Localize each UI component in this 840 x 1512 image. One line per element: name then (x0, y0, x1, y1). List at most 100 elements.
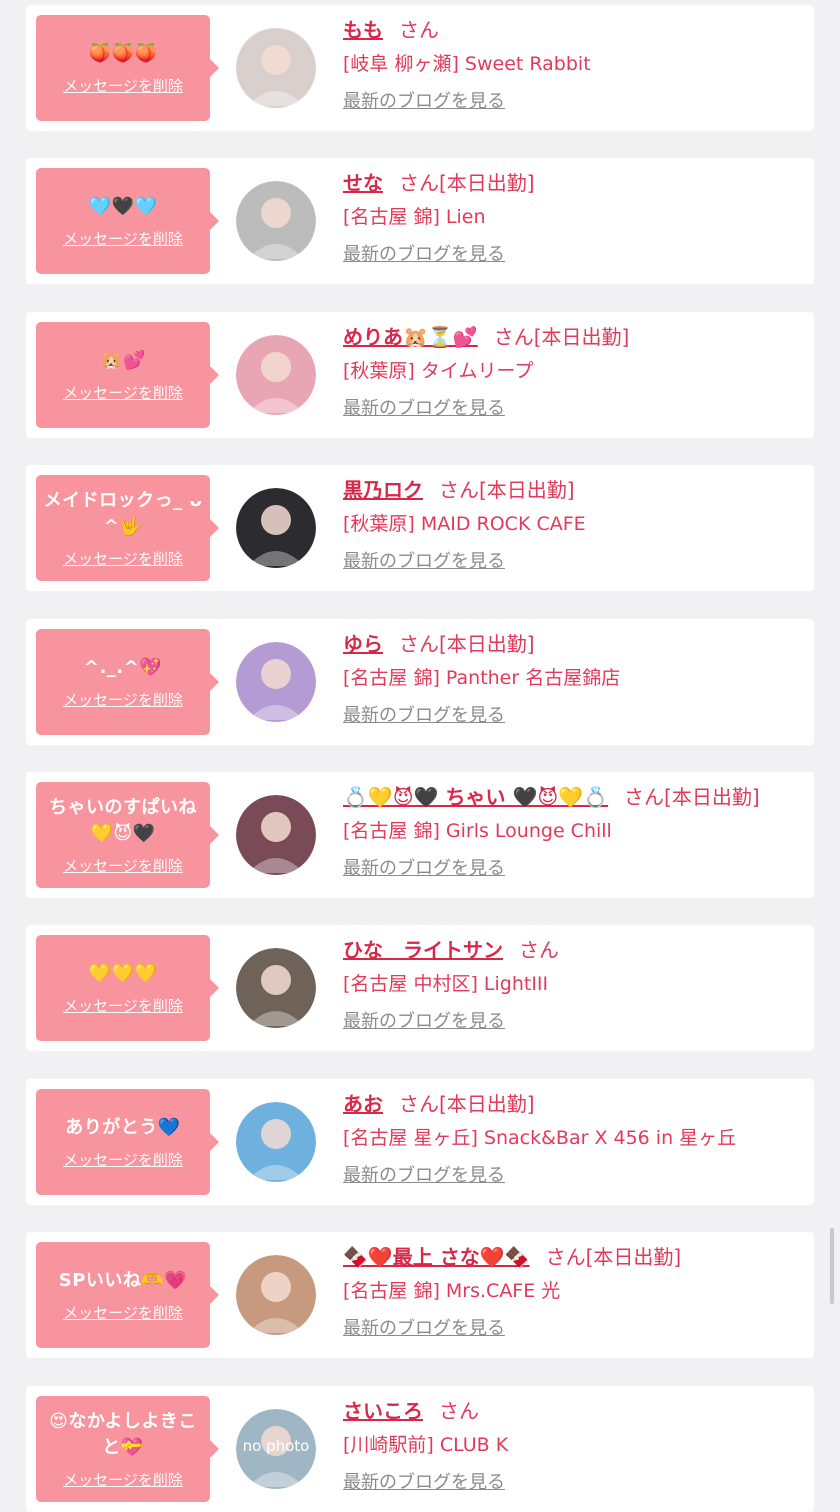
message-card: 🩵🖤🩵 メッセージを削除 せな さん[本日出勤] [名古屋 錦] Lien 最新の… (26, 158, 814, 284)
cast-info: もも さん [岐阜 柳ヶ瀬] Sweet Rabbit 最新のブログを見る (343, 15, 804, 116)
avatar[interactable] (236, 642, 316, 722)
avatar[interactable] (236, 795, 316, 875)
delete-message-link[interactable]: メッセージを削除 (63, 995, 183, 1016)
message-card: ^._.^💖 メッセージを削除 ゆら さん[本日出勤] [名古屋 錦] Panth… (26, 619, 814, 745)
attendance-status: [本日出勤] (439, 1092, 535, 1116)
cast-name-link[interactable]: 💍💛😈🖤 ちゃい 🖤😈💛💍 (343, 785, 608, 809)
message-card: SPいいね🫶💗 メッセージを削除 🍫❤️最上 さな❤️🍫 さん[本日出勤] [名古… (26, 1232, 814, 1358)
latest-blog-link[interactable]: 最新のブログを見る (343, 88, 505, 116)
shop-name: [名古屋 中村区] LightIII (343, 973, 549, 995)
latest-blog-link[interactable]: 最新のブログを見る (343, 702, 505, 730)
honorific: さん (399, 171, 439, 195)
message-text: SPいいね🫶💗 (58, 1269, 188, 1291)
attendance-status: [本日出勤] (533, 325, 630, 349)
shop-name: [名古屋 星ヶ丘] Snack&Bar X 456 in 星ヶ丘 (343, 1127, 737, 1149)
avatar[interactable] (236, 1255, 316, 1335)
latest-blog-link[interactable]: 最新のブログを見る (343, 1162, 505, 1190)
message-card: メイドロックっ_ ᴗ^🤟 メッセージを削除 黒乃ロク さん[本日出勤] [秋葉原]… (26, 465, 814, 591)
cast-name-link[interactable]: 🍫❤️最上 さな❤️🍫 (343, 1245, 530, 1269)
avatar[interactable] (236, 28, 316, 108)
shop-name: [名古屋 錦] Mrs.CAFE 光 (343, 1280, 561, 1302)
shop-name: [岐阜 柳ヶ瀬] Sweet Rabbit (343, 53, 591, 75)
honorific: さん (399, 1092, 439, 1116)
shop-name: [名古屋 錦] Panther 名古屋錦店 (343, 667, 621, 689)
name-line: めりあ🐹⏳💕 さん[本日出勤] (343, 322, 804, 352)
attendance-status: [本日出勤] (439, 171, 535, 195)
cast-name-link[interactable]: あお (343, 1092, 383, 1116)
latest-blog-link[interactable]: 最新のブログを見る (343, 1315, 505, 1343)
delete-message-link[interactable]: メッセージを削除 (63, 855, 183, 876)
delete-message-link[interactable]: メッセージを削除 (63, 1149, 183, 1170)
honorific: さん (624, 785, 665, 809)
message-text: 🍑🍑🍑 (88, 42, 158, 64)
cast-name-link[interactable]: せな (343, 171, 383, 195)
avatar[interactable] (236, 181, 316, 261)
no-photo-label: no photo (242, 1437, 310, 1455)
cast-name-link[interactable]: 黒乃ロク (343, 478, 423, 502)
avatar[interactable]: no photo (236, 1409, 316, 1489)
latest-blog-link[interactable]: 最新のブログを見る (343, 1008, 505, 1036)
name-line: 💍💛😈🖤 ちゃい 🖤😈💛💍 さん[本日出勤] (343, 782, 804, 812)
delete-message-link[interactable]: メッセージを削除 (63, 228, 183, 249)
latest-blog-link[interactable]: 最新のブログを見る (343, 395, 505, 423)
name-line: 🍫❤️最上 さな❤️🍫 さん[本日出勤] (343, 1242, 804, 1272)
cast-name-link[interactable]: さいころ (343, 1399, 423, 1423)
avatar[interactable] (236, 1102, 316, 1182)
cast-info: 💍💛😈🖤 ちゃい 🖤😈💛💍 さん[本日出勤] [名古屋 錦] Girls Loun… (343, 782, 804, 883)
delete-message-link[interactable]: メッセージを削除 (63, 1469, 183, 1490)
avatar[interactable] (236, 948, 316, 1028)
attendance-status: [本日出勤] (479, 478, 575, 502)
cast-info: 黒乃ロク さん[本日出勤] [秋葉原] MAID ROCK CAFE 最新のブログ… (343, 475, 804, 576)
delete-message-link[interactable]: メッセージを削除 (63, 1302, 183, 1323)
shop-name: [名古屋 錦] Lien (343, 206, 486, 228)
message-text: ありがとう💙 (65, 1116, 181, 1138)
message-bubble: ^._.^💖 メッセージを削除 (36, 629, 219, 735)
latest-blog-link[interactable]: 最新のブログを見る (343, 855, 505, 883)
message-bubble: 💛💛💛 メッセージを削除 (36, 935, 219, 1041)
avatar[interactable] (236, 335, 316, 415)
honorific: さん (545, 1245, 586, 1269)
latest-blog-link[interactable]: 最新のブログを見る (343, 241, 505, 269)
honorific: さん (493, 325, 534, 349)
shop-name: [秋葉原] MAID ROCK CAFE (343, 513, 586, 535)
honorific: さん (399, 18, 439, 42)
cast-name-link[interactable]: ゆら (343, 632, 383, 656)
message-card: 🐹💕 メッセージを削除 めりあ🐹⏳💕 さん[本日出勤] [秋葉原] タイムリープ … (26, 312, 814, 438)
latest-blog-link[interactable]: 最新のブログを見る (343, 1469, 505, 1497)
shop-name: [秋葉原] タイムリープ (343, 360, 534, 382)
cast-name-link[interactable]: もも (343, 18, 383, 42)
delete-message-link[interactable]: メッセージを削除 (63, 689, 183, 710)
cast-name-link[interactable]: めりあ🐹⏳💕 (343, 325, 478, 349)
honorific: さん (439, 478, 479, 502)
name-line: 黒乃ロク さん[本日出勤] (343, 475, 804, 505)
attendance-status: [本日出勤] (664, 785, 760, 809)
honorific: さん (519, 938, 559, 962)
honorific: さん (439, 1399, 479, 1423)
latest-blog-link[interactable]: 最新のブログを見る (343, 548, 505, 576)
attendance-status: [本日出勤] (585, 1245, 682, 1269)
cast-info: めりあ🐹⏳💕 さん[本日出勤] [秋葉原] タイムリープ 最新のブログを見る (343, 322, 804, 423)
message-card: 💛💛💛 メッセージを削除 ひな ライトサン さん [名古屋 中村区] LightI… (26, 925, 814, 1051)
message-bubble: ちゃいのすぱいね💛😈🖤 メッセージを削除 (36, 782, 219, 888)
cast-name-link[interactable]: ひな ライトサン (343, 938, 503, 962)
delete-message-link[interactable]: メッセージを削除 (63, 548, 183, 569)
attendance-status: [本日出勤] (439, 632, 535, 656)
scrollbar[interactable] (830, 1228, 834, 1304)
delete-message-link[interactable]: メッセージを削除 (63, 382, 183, 403)
message-text: ^._.^💖 (83, 656, 163, 678)
shop-name: [名古屋 錦] Girls Lounge Chill (343, 820, 612, 842)
message-card: ありがとう💙 メッセージを削除 あお さん[本日出勤] [名古屋 星ヶ丘] Sna… (26, 1079, 814, 1205)
message-bubble: 🐹💕 メッセージを削除 (36, 322, 219, 428)
message-text: 🩵🖤🩵 (88, 195, 158, 217)
name-line: あお さん[本日出勤] (343, 1089, 804, 1119)
cast-info: 🍫❤️最上 さな❤️🍫 さん[本日出勤] [名古屋 錦] Mrs.CAFE 光 最… (343, 1242, 804, 1343)
delete-message-link[interactable]: メッセージを削除 (63, 75, 183, 96)
message-text: メイドロックっ_ ᴗ^🤟 (43, 489, 203, 537)
cast-info: さいころ さん [川崎駅前] CLUB K 最新のブログを見る (343, 1396, 804, 1497)
message-card: 😍なかよしよきこと💝 メッセージを削除 no photo さいころ さん [川崎駅… (26, 1386, 814, 1512)
message-card: 🍑🍑🍑 メッセージを削除 もも さん [岐阜 柳ヶ瀬] Sweet Rabbit … (26, 5, 814, 131)
message-bubble: 🍑🍑🍑 メッセージを削除 (36, 15, 219, 121)
message-bubble: メイドロックっ_ ᴗ^🤟 メッセージを削除 (36, 475, 219, 581)
avatar[interactable] (236, 488, 316, 568)
message-bubble: 🩵🖤🩵 メッセージを削除 (36, 168, 219, 274)
